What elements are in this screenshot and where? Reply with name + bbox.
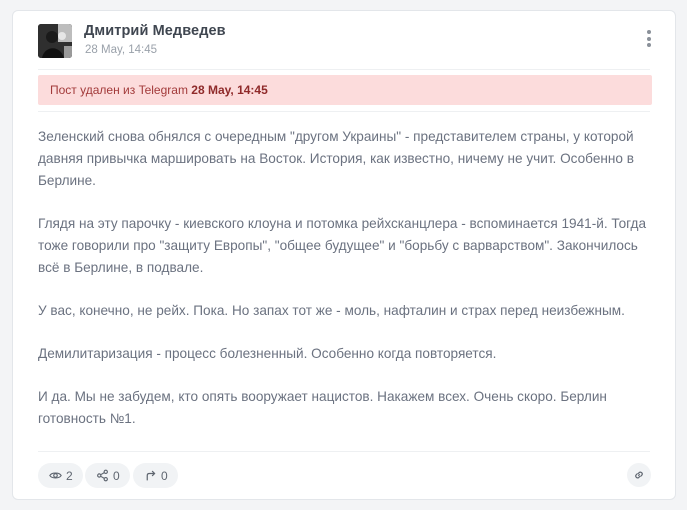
deleted-alert: Пост удален из Telegram 28 May, 14:45: [38, 75, 652, 105]
post-paragraph: И да. Мы не забудем, кто опять вооружает…: [38, 389, 607, 426]
deleted-alert-text: Пост удален из Telegram: [50, 83, 192, 97]
link-icon: [635, 471, 643, 479]
deleted-alert-date: 28 May, 14:45: [191, 83, 268, 97]
post-paragraph: Зеленский снова обнялся с очередным "дру…: [38, 129, 634, 188]
post-header: Дмитрий Медведев 28 May, 14:45: [13, 11, 675, 69]
copy-link-button[interactable]: [627, 463, 651, 487]
views-count: 2: [66, 468, 73, 483]
post-footer: 2 0 0: [13, 461, 675, 491]
post-timestamp: 28 May, 14:45: [85, 44, 158, 56]
divider: [38, 69, 650, 70]
avatar-photo-icon: [38, 24, 72, 58]
eye-icon: [49, 472, 62, 479]
author-name[interactable]: Дмитрий Медведев: [84, 23, 226, 39]
share-icon: [97, 469, 108, 482]
post-card: Дмитрий Медведев 28 May, 14:45 Пост удал…: [12, 10, 676, 500]
shares-count: 0: [113, 468, 120, 483]
share-button[interactable]: 0: [85, 463, 130, 488]
post-paragraph: Демилитаризация - процесс болезненный. О…: [38, 346, 497, 361]
forwards-count: 0: [161, 468, 168, 483]
forward-button[interactable]: 0: [133, 463, 178, 488]
author-avatar[interactable]: [38, 24, 72, 58]
divider: [38, 111, 650, 112]
kebab-dot-icon: [647, 36, 651, 41]
kebab-dot-icon: [647, 30, 651, 34]
more-options-button[interactable]: [643, 30, 655, 50]
kebab-dot-icon: [647, 43, 651, 47]
forward-icon: [146, 470, 156, 481]
post-paragraph: У вас, конечно, не рейх. Пока. Но запах …: [38, 303, 625, 318]
post-body: Зеленский снова обнялся с очередным "дру…: [38, 126, 658, 451]
divider: [38, 451, 650, 452]
views-counter[interactable]: 2: [38, 463, 83, 488]
post-paragraph: Глядя на эту парочку - киевского клоуна …: [38, 216, 647, 275]
